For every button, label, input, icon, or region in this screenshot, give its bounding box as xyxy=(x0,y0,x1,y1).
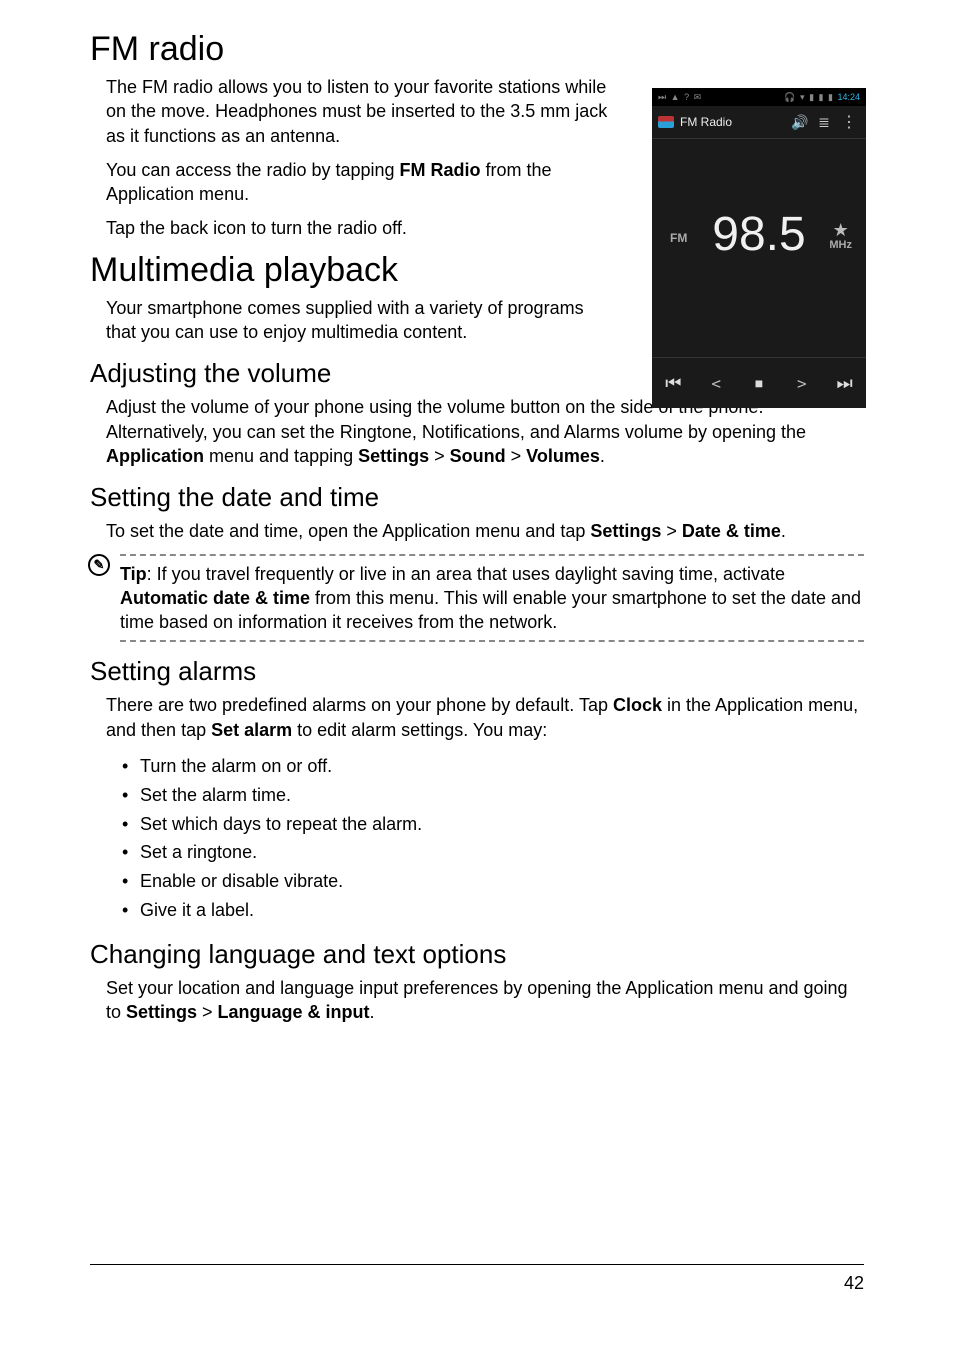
app-title: FM Radio xyxy=(680,115,788,129)
text: . xyxy=(370,1002,375,1022)
text: : If you travel frequently or live in an… xyxy=(147,564,785,584)
text: > xyxy=(661,521,682,541)
status-icon: ⏭ xyxy=(658,92,666,102)
speaker-icon[interactable]: 🔊 xyxy=(788,114,812,131)
headphone-icon: 🎧 xyxy=(784,92,795,102)
more-icon[interactable]: ⋮ xyxy=(836,112,860,132)
list-item: Set a ringtone. xyxy=(122,838,864,867)
mm-paragraph-1: Your smartphone comes supplied with a va… xyxy=(106,296,616,345)
text-bold: Application xyxy=(106,446,204,466)
text-bold: Sound xyxy=(450,446,506,466)
text: . xyxy=(600,446,605,466)
text: > xyxy=(429,446,450,466)
heading-date-time: Setting the date and time xyxy=(90,482,864,513)
fm-radio-app-icon xyxy=(658,116,674,128)
message-icon: ✉ xyxy=(694,92,702,102)
wifi-icon: ▾ xyxy=(800,92,805,102)
next-station-button[interactable]: ⏭ xyxy=(823,358,866,408)
text-bold: FM Radio xyxy=(400,160,481,180)
status-icon: ? xyxy=(684,92,689,102)
tip-icon: ✎ xyxy=(88,554,110,576)
app-title-bar: FM Radio 🔊 ≣ ⋮ xyxy=(652,106,866,139)
tip-box: ✎ Tip: If you travel frequently or live … xyxy=(90,554,864,643)
text-bold: Set alarm xyxy=(211,720,292,740)
status-right: 🎧 ▾ ▮ ▮ ▮ 14:24 xyxy=(783,92,861,103)
text-bold: Automatic date & time xyxy=(120,588,310,608)
fm-paragraph-2: You can access the radio by tapping FM R… xyxy=(106,158,616,207)
scan-up-button[interactable]: > xyxy=(780,358,823,408)
alarms-list: Turn the alarm on or off. Set the alarm … xyxy=(106,752,864,925)
text-bold: Tip xyxy=(120,564,147,584)
heading-fm-radio: FM radio xyxy=(90,30,864,69)
status-bar: ⏭ ▲ ? ✉ 🎧 ▾ ▮ ▮ ▮ 14:24 xyxy=(652,88,866,106)
alarms-paragraph: There are two predefined alarms on your … xyxy=(106,693,864,742)
favorite-star-icon[interactable]: ★ xyxy=(829,221,852,239)
text: There are two predefined alarms on your … xyxy=(106,695,613,715)
phone-screenshot: ⏭ ▲ ? ✉ 🎧 ▾ ▮ ▮ ▮ 14:24 FM Radio 🔊 ≣ ⋮ F… xyxy=(652,88,866,408)
text-bold: Settings xyxy=(590,521,661,541)
fm-paragraph-3: Tap the back icon to turn the radio off. xyxy=(106,216,616,240)
text: menu and tapping xyxy=(204,446,358,466)
text-bold: Settings xyxy=(126,1002,197,1022)
text: > xyxy=(506,446,527,466)
page-footer: 42 xyxy=(90,1264,864,1294)
text: . xyxy=(781,521,786,541)
page-number: 42 xyxy=(844,1273,864,1293)
text: To set the date and time, open the Appli… xyxy=(106,521,590,541)
previous-station-button[interactable]: ⏮ xyxy=(652,358,695,408)
text-bold: Date & time xyxy=(682,521,781,541)
warning-icon: ▲ xyxy=(671,92,680,102)
list-item: Set which days to repeat the alarm. xyxy=(122,810,864,839)
list-item: Set the alarm time. xyxy=(122,781,864,810)
text-bold: Settings xyxy=(358,446,429,466)
heading-alarms: Setting alarms xyxy=(90,656,864,687)
signal-icon: ▮ xyxy=(819,92,824,102)
list-item: Enable or disable vibrate. xyxy=(122,867,864,896)
clock-text: 14:24 xyxy=(837,92,860,102)
language-paragraph: Set your location and language input pre… xyxy=(106,976,864,1025)
list-icon[interactable]: ≣ xyxy=(812,114,836,131)
text: to edit alarm settings. You may: xyxy=(292,720,547,740)
list-item: Give it a label. xyxy=(122,896,864,925)
text-bold: Volumes xyxy=(526,446,600,466)
list-item: Turn the alarm on or off. xyxy=(122,752,864,781)
mhz-label: MHz xyxy=(829,239,852,251)
frequency-display: FM 98.5 ★ MHz xyxy=(652,139,866,357)
text-bold: Clock xyxy=(613,695,662,715)
stop-button[interactable]: ■ xyxy=(738,358,781,408)
signal-icon: ▮ xyxy=(809,92,814,102)
text: You can access the radio by tapping xyxy=(106,160,400,180)
mhz-box: ★ MHz xyxy=(829,221,852,251)
status-left: ⏭ ▲ ? ✉ xyxy=(657,92,702,103)
player-controls: ⏮ < ■ > ⏭ xyxy=(652,357,866,408)
datetime-paragraph: To set the date and time, open the Appli… xyxy=(106,519,864,543)
battery-icon: ▮ xyxy=(828,92,833,102)
text-bold: Language & input xyxy=(218,1002,370,1022)
text: > xyxy=(197,1002,218,1022)
tip-content: Tip: If you travel frequently or live in… xyxy=(120,554,864,643)
fm-paragraph-1: The FM radio allows you to listen to you… xyxy=(106,75,616,148)
heading-language: Changing language and text options xyxy=(90,939,864,970)
scan-down-button[interactable]: < xyxy=(695,358,738,408)
